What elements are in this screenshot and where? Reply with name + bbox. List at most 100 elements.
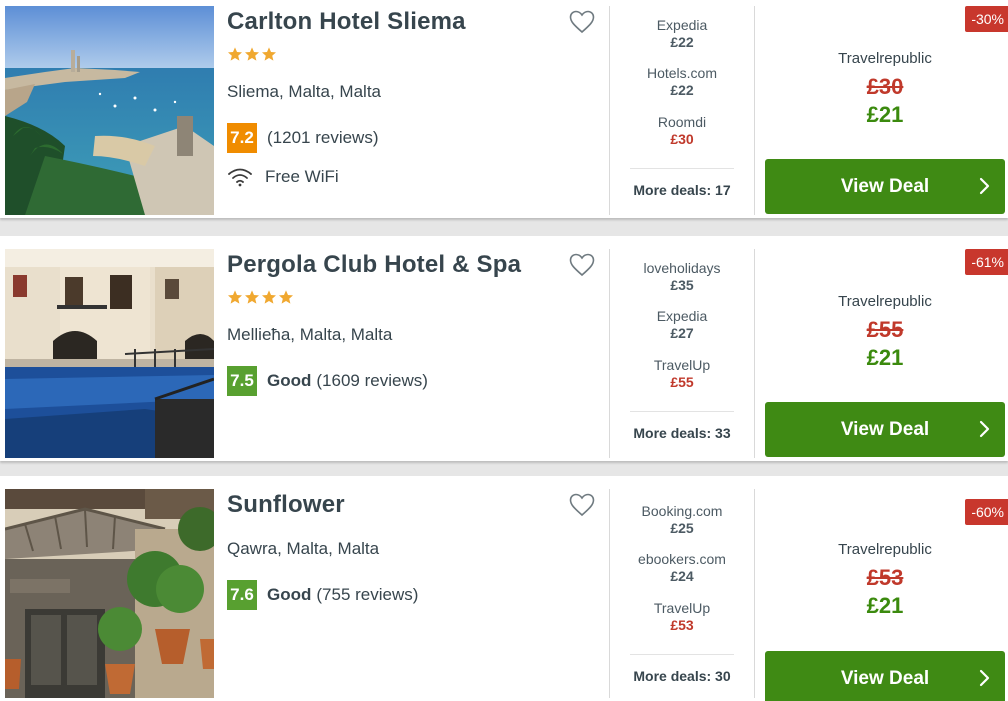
rating-score: 7.5 [227,366,257,396]
deal-site: Hotels.com [646,65,718,81]
hotel-photo-image [5,6,214,215]
view-deal-label: View Deal [840,418,930,440]
hotel-photo[interactable] [5,6,214,215]
review-count: (755 reviews) [316,585,419,604]
chevron-right-icon [979,669,991,687]
rating-score: 7.2 [227,123,257,153]
star-icon [244,289,260,305]
rating-word: Good [267,585,312,604]
deal-price: £24 [670,568,694,584]
review-count: (1201 reviews) [267,128,379,147]
best-offer: -60% Travelrepublic £53 £21 View Deal [765,489,1008,701]
deal-site: Expedia [656,308,708,324]
deal-price: £22 [670,82,694,98]
view-deal-button[interactable]: View Deal [765,402,1005,457]
chevron-right-icon [979,177,991,195]
hotel-card[interactable]: Pergola Club Hotel & Spa Mellieħa, Malta… [0,236,1008,461]
hotel-photo-image [5,489,214,698]
hotel-location: Qawra, Malta, Malta [227,539,380,558]
wifi-icon [228,168,252,187]
discount-badge: -61% [965,249,1008,275]
column-divider [609,249,610,458]
deal-price: £22 [670,34,694,50]
deal-site: loveholidays [643,260,721,276]
deal-price: £55 [670,374,694,390]
more-deals-link[interactable]: More deals: 30 [630,668,734,684]
rating-summary[interactable]: 7.6 Good (755 reviews) [227,580,418,610]
deal-site: Roomdi [657,114,707,130]
old-price: £53 [866,565,904,590]
old-price: £55 [866,317,904,342]
deal-site: Booking.com [641,503,723,519]
view-deal-button[interactable]: View Deal [765,159,1005,214]
discount-badge: -60% [965,499,1008,525]
column-divider [754,489,755,698]
best-offer: -30% Travelrepublic £30 £21 View Deal [765,6,1008,215]
favorite-heart-icon[interactable] [569,493,595,517]
deal-site: ebookers.com [638,551,726,567]
view-deal-button[interactable]: View Deal [765,651,1005,701]
deal-price: £35 [670,277,694,293]
new-price: £21 [866,102,904,127]
deal-item[interactable]: Hotels.com £22 [630,65,734,98]
deal-item[interactable]: loveholidays £35 [630,260,734,293]
favorite-heart-icon[interactable] [569,253,595,277]
more-deals-link[interactable]: More deals: 33 [630,425,734,441]
deal-item[interactable]: Booking.com £25 [630,503,734,536]
deal-site: TravelUp [653,357,711,373]
alternative-deals: Expedia £22 Hotels.com £22 Roomdi £30 Mo… [630,6,734,215]
rating-word: Good [267,371,312,390]
hotel-location: Sliema, Malta, Malta [227,82,381,101]
deal-item[interactable]: TravelUp £53 [630,600,734,633]
deals-divider [630,411,734,412]
deal-site: TravelUp [653,600,711,616]
deal-item[interactable]: ebookers.com £24 [630,551,734,584]
star-rating [227,46,277,62]
deal-price: £30 [670,131,694,147]
column-divider [754,6,755,215]
star-icon [261,46,277,62]
star-icon [261,289,277,305]
deal-item[interactable]: Expedia £22 [630,17,734,50]
hotel-card[interactable]: Sunflower Qawra, Malta, Malta 7.6 Good (… [0,476,1008,701]
rating-summary[interactable]: 7.5 Good (1609 reviews) [227,366,428,396]
chevron-right-icon [979,420,991,438]
alternative-deals: Booking.com £25 ebookers.com £24 TravelU… [630,489,734,698]
favorite-heart-icon[interactable] [569,10,595,34]
offer-site: Travelrepublic [838,293,932,310]
hotel-photo[interactable] [5,489,214,698]
old-price: £30 [866,74,904,99]
deals-divider [630,168,734,169]
hotel-name[interactable]: Carlton Hotel Sliema [227,8,466,36]
new-price: £21 [866,345,904,370]
deal-site: Expedia [656,17,708,33]
review-count: (1609 reviews) [316,371,428,390]
rating-score: 7.6 [227,580,257,610]
deal-item[interactable]: Expedia £27 [630,308,734,341]
deal-price: £27 [670,325,694,341]
hotel-results-list: Carlton Hotel Sliema Sliema, Malta, Malt… [0,0,1008,701]
amenity-wifi: Free WiFi [227,167,339,187]
star-icon [227,46,243,62]
hotel-name[interactable]: Pergola Club Hotel & Spa [227,251,521,279]
deal-price: £53 [670,617,694,633]
deal-price: £25 [670,520,694,536]
best-offer: -61% Travelrepublic £55 £21 View Deal [765,249,1008,458]
hotel-card[interactable]: Carlton Hotel Sliema Sliema, Malta, Malt… [0,0,1008,218]
column-divider [754,249,755,458]
deal-item[interactable]: TravelUp £55 [630,357,734,390]
deal-item[interactable]: Roomdi £30 [630,114,734,147]
star-rating [227,289,294,305]
view-deal-label: View Deal [840,175,930,197]
offer-site: Travelrepublic [838,50,932,67]
amenity-label: Free WiFi [265,167,339,186]
more-deals-link[interactable]: More deals: 17 [630,182,734,198]
alternative-deals: loveholidays £35 Expedia £27 TravelUp £5… [630,249,734,458]
hotel-name[interactable]: Sunflower [227,491,345,519]
star-icon [227,289,243,305]
hotel-info: Pergola Club Hotel & Spa Mellieħa, Malta… [227,249,607,458]
star-icon [244,46,260,62]
rating-summary[interactable]: 7.2 (1201 reviews) [227,123,379,153]
hotel-photo-image [5,249,214,458]
hotel-photo[interactable] [5,249,214,458]
